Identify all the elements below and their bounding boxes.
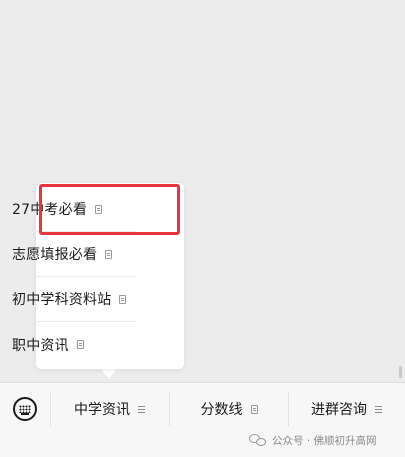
highlight-annotation-box [39, 184, 180, 235]
menu-lines-icon [375, 405, 383, 413]
keyboard-keys [19, 405, 31, 413]
scrollbar-thumb[interactable] [399, 366, 402, 378]
menu-button-label: 进群咨询 [311, 402, 367, 418]
page-icon [250, 404, 258, 414]
menu-button-label: 分数线 [200, 402, 243, 418]
submenu-item-application-guide[interactable]: 志愿填报必看 [12, 232, 136, 277]
page-icon [105, 249, 113, 259]
menu-button-score-line[interactable]: 分数线 [170, 392, 288, 426]
menu-button-join-group[interactable]: 进群咨询 [289, 392, 405, 426]
submenu-item-label: 职中资讯 [12, 337, 69, 354]
submenu-item-subject-materials[interactable]: 初中学科资料站 [12, 277, 136, 322]
menu-button-label: 中学资讯 [74, 402, 130, 418]
page-icon [76, 340, 84, 349]
submenu-item-label: 初中学科资料站 [12, 292, 112, 308]
wechat-icon [249, 433, 268, 447]
submenu-item-vocational-news[interactable]: 职中资讯 [12, 322, 136, 367]
watermark-text: 公众号 · 佛顺初升高网 [272, 434, 377, 447]
menu-button-school-news[interactable]: 中学资讯 [51, 392, 169, 426]
account-watermark: 公众号 · 佛顺初升高网 [249, 430, 377, 450]
submenu-item-label: 志愿填报必看 [12, 247, 98, 263]
keyboard-icon[interactable] [13, 397, 37, 421]
keyboard-spacebar [21, 413, 29, 415]
page-icon [119, 294, 127, 304]
menu-lines-icon [138, 405, 146, 413]
